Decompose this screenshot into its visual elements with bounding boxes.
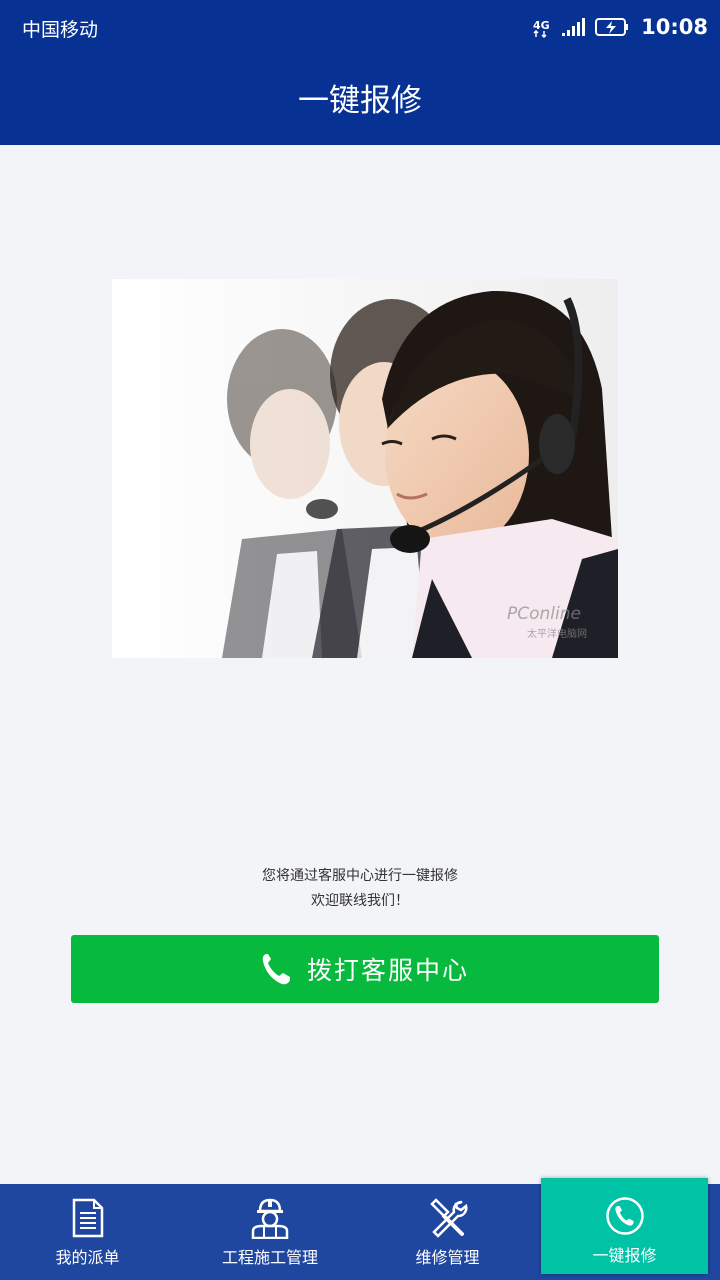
svg-text:4G: 4G [533, 19, 550, 32]
phone-circle-icon [605, 1194, 645, 1238]
hint-line-2: 欢迎联线我们！ [311, 893, 409, 909]
app-header: 一键报修 [0, 54, 720, 145]
signal-icon [562, 18, 586, 36]
tab-construction-management[interactable]: 工程施工管理 [180, 1184, 360, 1280]
battery-charging-icon [595, 18, 629, 36]
hint-line-1: 您将通过客服中心进行一键报修 [262, 868, 458, 884]
watermark-brand: PConline [507, 604, 581, 624]
tools-icon [428, 1196, 468, 1240]
worker-icon [250, 1196, 290, 1240]
tab-label: 一键报修 [592, 1246, 657, 1265]
tab-label: 工程施工管理 [221, 1248, 318, 1267]
call-service-center-button[interactable]: 拨打客服中心 [71, 935, 659, 1003]
document-icon [72, 1196, 104, 1240]
tab-my-dispatch[interactable]: 我的派单 [0, 1184, 175, 1280]
clock: 10:08 [641, 15, 708, 39]
tab-label: 维修管理 [415, 1248, 480, 1267]
customer-service-image: PConline 太平洋电脑网 [112, 279, 618, 658]
tab-maintenance-management[interactable]: 维修管理 [360, 1184, 535, 1280]
bottom-tab-bar: 我的派单 工程施工管理 维修管理 一键报修 [0, 1178, 720, 1280]
tab-one-click-repair[interactable]: 一键报修 [541, 1178, 708, 1274]
phone-icon [262, 954, 290, 985]
page-title: 一键报修 [298, 83, 422, 119]
carrier-name: 中国移动 [22, 19, 99, 41]
watermark-sub: 太平洋电脑网 [527, 627, 587, 640]
status-icons: 4G 10:08 [533, 13, 708, 41]
call-button-label: 拨打客服中心 [306, 956, 469, 985]
tab-label: 我的派单 [55, 1248, 120, 1267]
status-bar: 中国移动 4G 10:08 [0, 0, 720, 54]
network-4g-icon: 4G [533, 19, 550, 38]
